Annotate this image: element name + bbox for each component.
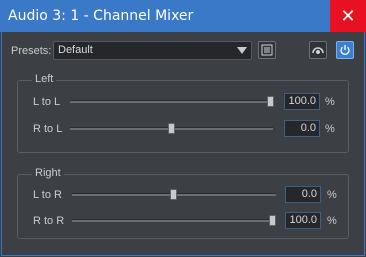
r-to-l-label: R to L <box>33 123 63 135</box>
l-to-r-unit: % <box>327 189 337 201</box>
chevron-down-icon <box>237 47 247 54</box>
presets-label: Presets: <box>11 45 52 57</box>
right-group-title: Right <box>32 167 64 179</box>
l-to-r-value-field[interactable]: 0.0 <box>285 186 321 203</box>
close-button[interactable]: ✕ <box>330 0 366 32</box>
l-to-l-value-field[interactable]: 100.0 <box>284 93 320 110</box>
left-group: Left <box>17 73 349 153</box>
title-bar: Audio 3: 1 - Channel Mixer ✕ <box>0 0 366 32</box>
view-button[interactable] <box>309 41 327 59</box>
r-to-r-slider-track[interactable] <box>72 219 276 222</box>
presets-dropdown[interactable]: Default <box>53 41 252 60</box>
l-to-r-label: L to R <box>33 189 62 201</box>
l-to-l-slider-thumb[interactable] <box>267 96 274 107</box>
l-to-r-slider-thumb[interactable] <box>170 189 177 200</box>
r-to-r-unit: % <box>327 215 337 227</box>
l-to-l-unit: % <box>325 96 335 108</box>
presets-value: Default <box>58 44 93 56</box>
r-to-l-unit: % <box>325 123 335 135</box>
l-to-l-label: L to L <box>33 96 61 108</box>
close-icon: ✕ <box>340 6 356 26</box>
r-to-l-slider-thumb[interactable] <box>168 123 175 134</box>
r-to-r-slider-thumb[interactable] <box>269 215 276 226</box>
r-to-l-value-field[interactable]: 0.0 <box>284 120 320 137</box>
l-to-l-slider-track[interactable] <box>70 100 273 103</box>
eye-icon <box>312 47 324 54</box>
power-button[interactable] <box>336 41 354 59</box>
list-icon <box>261 44 273 56</box>
r-to-r-value-field[interactable]: 100.0 <box>285 212 321 229</box>
power-icon <box>340 45 350 55</box>
r-to-r-label: R to R <box>33 215 65 227</box>
window-title: Audio 3: 1 - Channel Mixer <box>8 8 194 24</box>
left-group-title: Left <box>32 73 57 85</box>
right-group: Right <box>17 167 349 239</box>
preset-list-button[interactable] <box>258 41 276 59</box>
